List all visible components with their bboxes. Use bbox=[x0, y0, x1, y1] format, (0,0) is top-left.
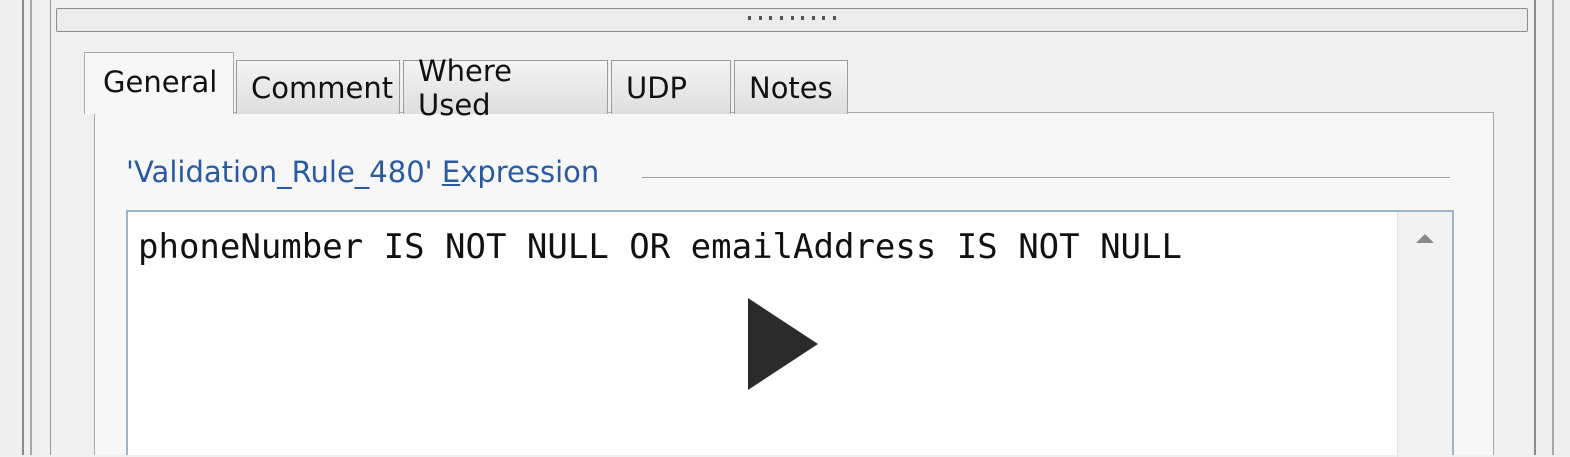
tab-udp[interactable]: UDP bbox=[611, 60, 731, 114]
window-frame: General Comment Where Used UDP Notes 'Va… bbox=[0, 0, 1570, 457]
play-icon[interactable] bbox=[748, 298, 818, 390]
triangle-up-icon[interactable] bbox=[1416, 234, 1434, 243]
tab-notes[interactable]: Notes bbox=[734, 60, 848, 114]
expression-group-title-prefix: 'Validation_Rule_480' bbox=[126, 155, 442, 189]
tab-udp-label: UDP bbox=[626, 70, 688, 105]
expression-mnemonic: E bbox=[441, 155, 461, 189]
tab-comment-label: Comment bbox=[251, 70, 394, 105]
tab-general-label: General bbox=[103, 65, 218, 99]
expression-text[interactable]: phoneNumber IS NOT NULL OR emailAddress … bbox=[138, 222, 1388, 272]
grip-dots-icon[interactable] bbox=[748, 16, 836, 22]
tab-general[interactable]: General bbox=[84, 52, 234, 114]
expression-group-title: 'Validation_Rule_480' Expression bbox=[126, 155, 599, 189]
tab-comment[interactable]: Comment bbox=[236, 60, 400, 114]
vertical-scrollbar[interactable] bbox=[1397, 212, 1452, 457]
group-divider bbox=[642, 177, 1450, 178]
expression-group-title-rest: xpression bbox=[460, 155, 600, 189]
left-window-border bbox=[0, 0, 36, 455]
tab-where-used-label: Where Used bbox=[418, 53, 513, 122]
tab-where-used[interactable]: Where Used bbox=[403, 54, 608, 122]
tab-strip: General Comment Where Used UDP Notes bbox=[84, 52, 851, 122]
tab-notes-label: Notes bbox=[749, 70, 833, 105]
right-window-border bbox=[1532, 0, 1570, 455]
